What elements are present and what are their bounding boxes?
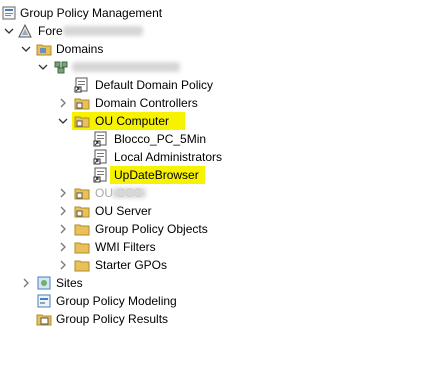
tree-item-label: Starter GPOs [95, 258, 168, 272]
tree-item-label: Group Policy Objects [95, 222, 208, 236]
results-icon [36, 314, 52, 326]
chevron-down-icon[interactable] [20, 43, 32, 55]
tree-item-label: Group Policy Modeling [56, 294, 177, 308]
chevron-right-icon[interactable] [57, 259, 69, 271]
chevron-right-icon[interactable] [57, 223, 69, 235]
tree-item-label: Sites [56, 276, 83, 290]
chevron-right-icon[interactable] [20, 277, 32, 289]
tree-item-label: OU Computer [95, 114, 170, 128]
gpo-link-icon [93, 149, 107, 165]
sites-icon [37, 276, 51, 290]
ou-folder-icon [74, 98, 90, 110]
tree-item-label: UpDateBrowser [114, 168, 199, 182]
chevron-right-icon[interactable] [57, 97, 69, 109]
chevron-right-icon[interactable] [57, 241, 69, 253]
chevron-right-icon[interactable] [57, 187, 69, 199]
tree-root-label: Group Policy Management [20, 6, 163, 20]
gpo-link-icon [74, 77, 88, 93]
tree-domains-label: Domains [56, 42, 104, 56]
gpo-link-icon [93, 131, 107, 147]
chevron-down-icon[interactable] [3, 25, 15, 37]
gpo-link-icon [93, 167, 107, 183]
chevron-down-icon[interactable] [57, 115, 69, 127]
domains-folder-icon [36, 44, 52, 56]
folder-icon [74, 260, 90, 272]
ou-folder-icon [74, 206, 90, 218]
folder-icon [74, 224, 90, 236]
tree-item-label: Group Policy Results [56, 312, 169, 326]
tree-forest-label: Fore [38, 24, 63, 38]
forest-icon [18, 23, 32, 38]
chevron-down-icon[interactable] [37, 61, 49, 73]
modeling-icon [37, 294, 51, 308]
redacted-forest-name [63, 26, 143, 36]
tree-item-label: OU Server [95, 204, 152, 218]
chevron-right-icon[interactable] [57, 205, 69, 217]
tree-item-label: Local Administrators [114, 150, 223, 164]
domain-icon [54, 61, 68, 74]
ou-folder-icon [74, 116, 90, 128]
ou-folder-icon [74, 188, 90, 200]
tree-item-label: Blocco_PC_5Min [114, 132, 207, 146]
redacted-ou-name [112, 188, 146, 198]
tree-item-label: Default Domain Policy [95, 78, 214, 92]
folder-icon [74, 242, 90, 254]
redacted-domain-name [72, 62, 180, 72]
tree-item-label: WMI Filters [95, 240, 156, 254]
gpm-console-icon [2, 6, 16, 20]
tree-item-label: Domain Controllers [95, 96, 198, 110]
